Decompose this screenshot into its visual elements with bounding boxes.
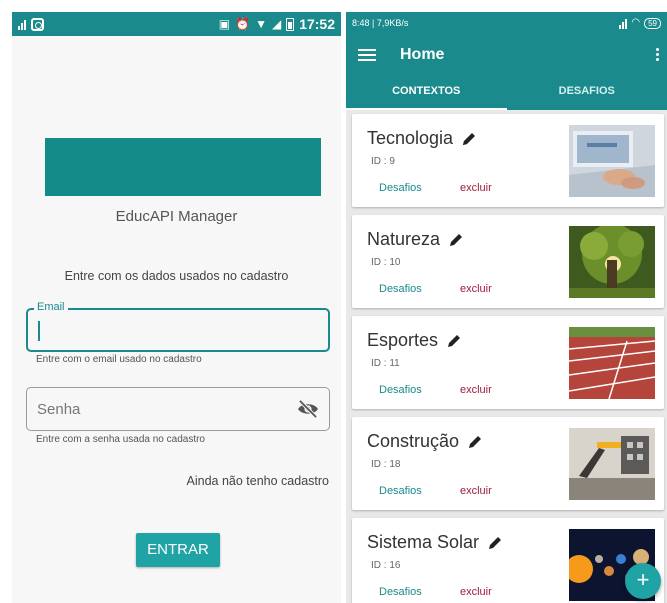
context-id: ID : 16: [371, 560, 401, 571]
screenshot-stage: ▣ ⏰ ▼ ◢ 17:52 EducAPI Manager Entre com …: [0, 0, 667, 603]
status-bar: ▣ ⏰ ▼ ◢ 17:52: [12, 12, 341, 36]
cell-signal-icon: [619, 18, 628, 29]
tree-photo-icon: [569, 226, 655, 298]
desafios-link[interactable]: Desafios: [379, 283, 422, 295]
delete-link[interactable]: excluir: [460, 182, 492, 194]
email-field-label: Email: [34, 301, 68, 313]
more-options-icon[interactable]: [656, 48, 659, 61]
crane-photo-icon: [569, 428, 655, 500]
add-context-button[interactable]: +: [625, 563, 661, 599]
edit-icon[interactable]: [446, 333, 462, 349]
battery-icon: [286, 17, 295, 31]
context-name: Sistema Solar: [367, 532, 480, 552]
context-id: ID : 11: [371, 358, 400, 369]
running-track-photo-icon: [569, 327, 655, 399]
email-field[interactable]: Email: [26, 301, 330, 352]
tab-contextos[interactable]: CONTEXTOS: [346, 76, 507, 110]
edit-icon[interactable]: [467, 434, 483, 450]
tab-bar: CONTEXTOS DESAFIOS: [346, 76, 667, 110]
desafios-link[interactable]: Desafios: [379, 586, 422, 598]
desafios-link[interactable]: Desafios: [379, 384, 422, 396]
instagram-icon: [31, 17, 44, 31]
app-bar: Home: [346, 34, 667, 76]
context-name: Tecnologia: [367, 128, 454, 148]
wifi-icon: ▼: [255, 17, 267, 31]
logo-banner: [45, 138, 321, 196]
edit-icon[interactable]: [487, 535, 503, 551]
status-text: 8:48 | 7,9KB/s: [352, 18, 409, 28]
context-id: ID : 9: [371, 156, 395, 167]
edit-icon[interactable]: [461, 131, 477, 147]
context-name: Esportes: [367, 330, 439, 350]
wifi-icon: ◠: [631, 17, 641, 28]
visibility-off-icon[interactable]: [297, 400, 319, 418]
active-tab-indicator: [346, 108, 507, 110]
desafios-link[interactable]: Desafios: [379, 182, 422, 194]
login-screen: ▣ ⏰ ▼ ◢ 17:52 EducAPI Manager Entre com …: [12, 12, 341, 603]
alarm-icon: ⏰: [235, 17, 251, 31]
password-field[interactable]: Senha: [26, 387, 330, 431]
context-name: Natureza: [367, 229, 441, 249]
app-name: EducAPI Manager: [115, 208, 238, 225]
no-account-link[interactable]: Ainda não tenho cadastro: [187, 474, 329, 488]
status-clock: 17:52: [299, 16, 335, 32]
delete-link[interactable]: excluir: [460, 384, 492, 396]
context-name: Construção: [367, 431, 460, 451]
context-id: ID : 10: [371, 257, 401, 268]
context-card[interactable]: Tecnologia ID : 9 Desafios excluir: [352, 114, 664, 207]
cast-icon: ▣: [218, 17, 231, 31]
battery-level: 59: [644, 17, 661, 29]
status-bar: 8:48 | 7,9KB/s ◠ 59: [346, 12, 667, 34]
context-list: Tecnologia ID : 9 Desafios excluir Natur…: [352, 114, 664, 603]
signal-activity-icon: [18, 19, 26, 30]
email-helper-text: Entre com o email usado no cadastro: [36, 354, 202, 365]
cell-signal-icon: ◢: [271, 17, 282, 31]
context-id: ID : 18: [371, 459, 401, 470]
laptop-photo-icon: [569, 125, 655, 197]
delete-link[interactable]: excluir: [460, 283, 492, 295]
text-cursor: [38, 321, 40, 341]
context-card[interactable]: Natureza ID : 10 Desafios excluir: [352, 215, 664, 308]
tab-desafios[interactable]: DESAFIOS: [507, 76, 667, 110]
context-card[interactable]: Construção ID : 18 Desafios excluir: [352, 417, 664, 510]
login-instructions: Entre com os dados usados no cadastro: [64, 269, 289, 283]
menu-icon[interactable]: [358, 49, 376, 61]
delete-link[interactable]: excluir: [460, 485, 492, 497]
page-title: Home: [400, 46, 445, 63]
context-card[interactable]: Sistema Solar ID : 16 Desafios excluir: [352, 518, 664, 603]
home-screen: 8:48 | 7,9KB/s ◠ 59 Home CONTEXTOS DESAF…: [346, 12, 667, 603]
context-card[interactable]: Esportes ID : 11 Desafios excluir: [352, 316, 664, 409]
password-helper-text: Entre com a senha usada no cadastro: [36, 434, 205, 445]
desafios-link[interactable]: Desafios: [379, 485, 422, 497]
password-placeholder: Senha: [37, 401, 81, 418]
login-button[interactable]: ENTRAR: [136, 533, 220, 567]
edit-icon[interactable]: [448, 232, 464, 248]
delete-link[interactable]: excluir: [460, 586, 492, 598]
